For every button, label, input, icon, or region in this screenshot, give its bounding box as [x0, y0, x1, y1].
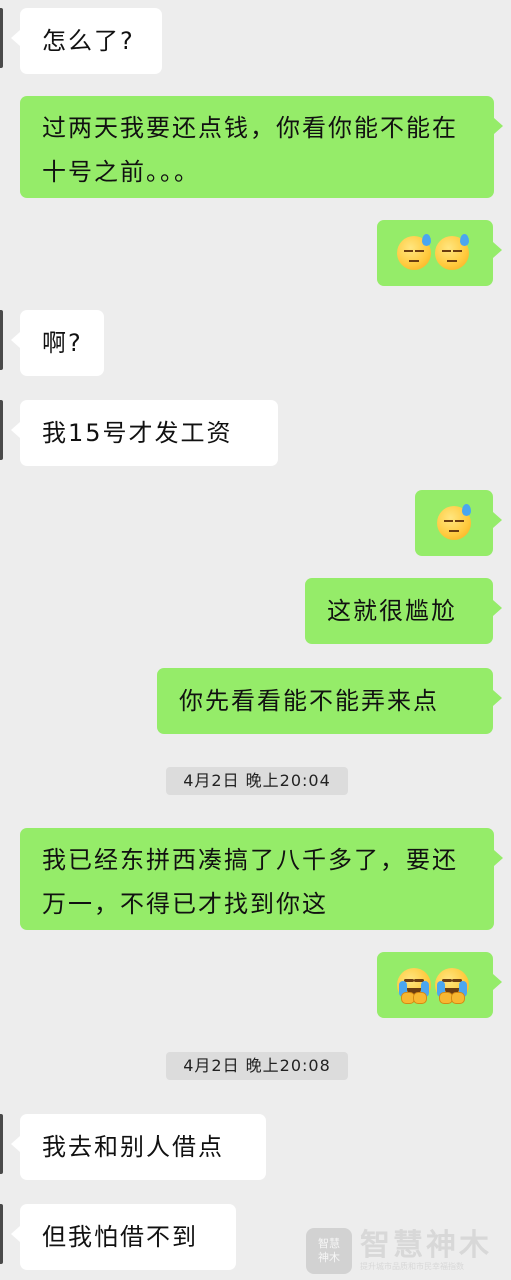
sweat-emoji [437, 504, 471, 540]
message-bubble-incoming[interactable]: 怎么了? [11, 8, 162, 74]
avatar-edge [0, 8, 3, 68]
watermark: 智慧 神木 智慧神木 提升城市品质和市民幸福指数 [306, 1226, 506, 1276]
watermark-logo-text: 神木 [318, 1251, 340, 1264]
message-bubble-outgoing[interactable]: 你先看看能不能弄来点 [157, 668, 502, 734]
message-text: 我15号才发工资 [42, 419, 233, 447]
crying-emoji [435, 968, 469, 1004]
sweat-smile-emoji [435, 234, 469, 270]
avatar-edge [0, 1114, 3, 1174]
message-bubble-outgoing[interactable] [377, 952, 502, 1018]
message-text: 过两天我要还点钱，你看你能不能在十号之前。。。 [42, 114, 458, 186]
message-bubble-outgoing[interactable]: 过两天我要还点钱，你看你能不能在十号之前。。。 [20, 96, 503, 198]
message-bubble-outgoing[interactable]: 我已经东拼西凑搞了八千多了，要还万一，不得已才找到你这 [20, 828, 503, 930]
message-text: 啊? [42, 329, 83, 357]
message-bubble-outgoing[interactable] [415, 490, 502, 556]
message-bubble-incoming[interactable]: 我去和别人借点 [11, 1114, 266, 1180]
message-text: 你先看看能不能弄来点 [179, 687, 439, 715]
watermark-title: 智慧神木 [360, 1228, 492, 1263]
avatar-edge [0, 310, 3, 370]
message-text: 但我怕借不到 [42, 1223, 198, 1251]
message-bubble-incoming[interactable]: 我15号才发工资 [11, 400, 278, 466]
message-bubble-incoming[interactable]: 但我怕借不到 [11, 1204, 236, 1270]
crying-emoji [397, 968, 431, 1004]
message-bubble-outgoing[interactable]: 这就很尴尬 [305, 578, 502, 644]
message-text: 怎么了? [42, 27, 135, 55]
timestamp: 4月2日 晚上20:04 [166, 767, 348, 795]
sweat-smile-emoji [397, 234, 431, 270]
message-bubble-incoming[interactable]: 啊? [11, 310, 104, 376]
avatar-edge [0, 400, 3, 460]
message-text: 这就很尴尬 [327, 597, 457, 625]
avatar-edge [0, 1204, 3, 1264]
message-text: 我去和别人借点 [42, 1133, 224, 1161]
timestamp: 4月2日 晚上20:08 [166, 1052, 348, 1080]
watermark-subtitle: 提升城市品质和市民幸福指数 [360, 1262, 464, 1271]
message-bubble-outgoing[interactable] [377, 220, 502, 286]
message-text: 我已经东拼西凑搞了八千多了，要还万一，不得已才找到你这 [42, 846, 458, 918]
watermark-logo-text: 智慧 [318, 1237, 340, 1250]
watermark-logo-icon: 智慧 神木 [306, 1228, 352, 1274]
